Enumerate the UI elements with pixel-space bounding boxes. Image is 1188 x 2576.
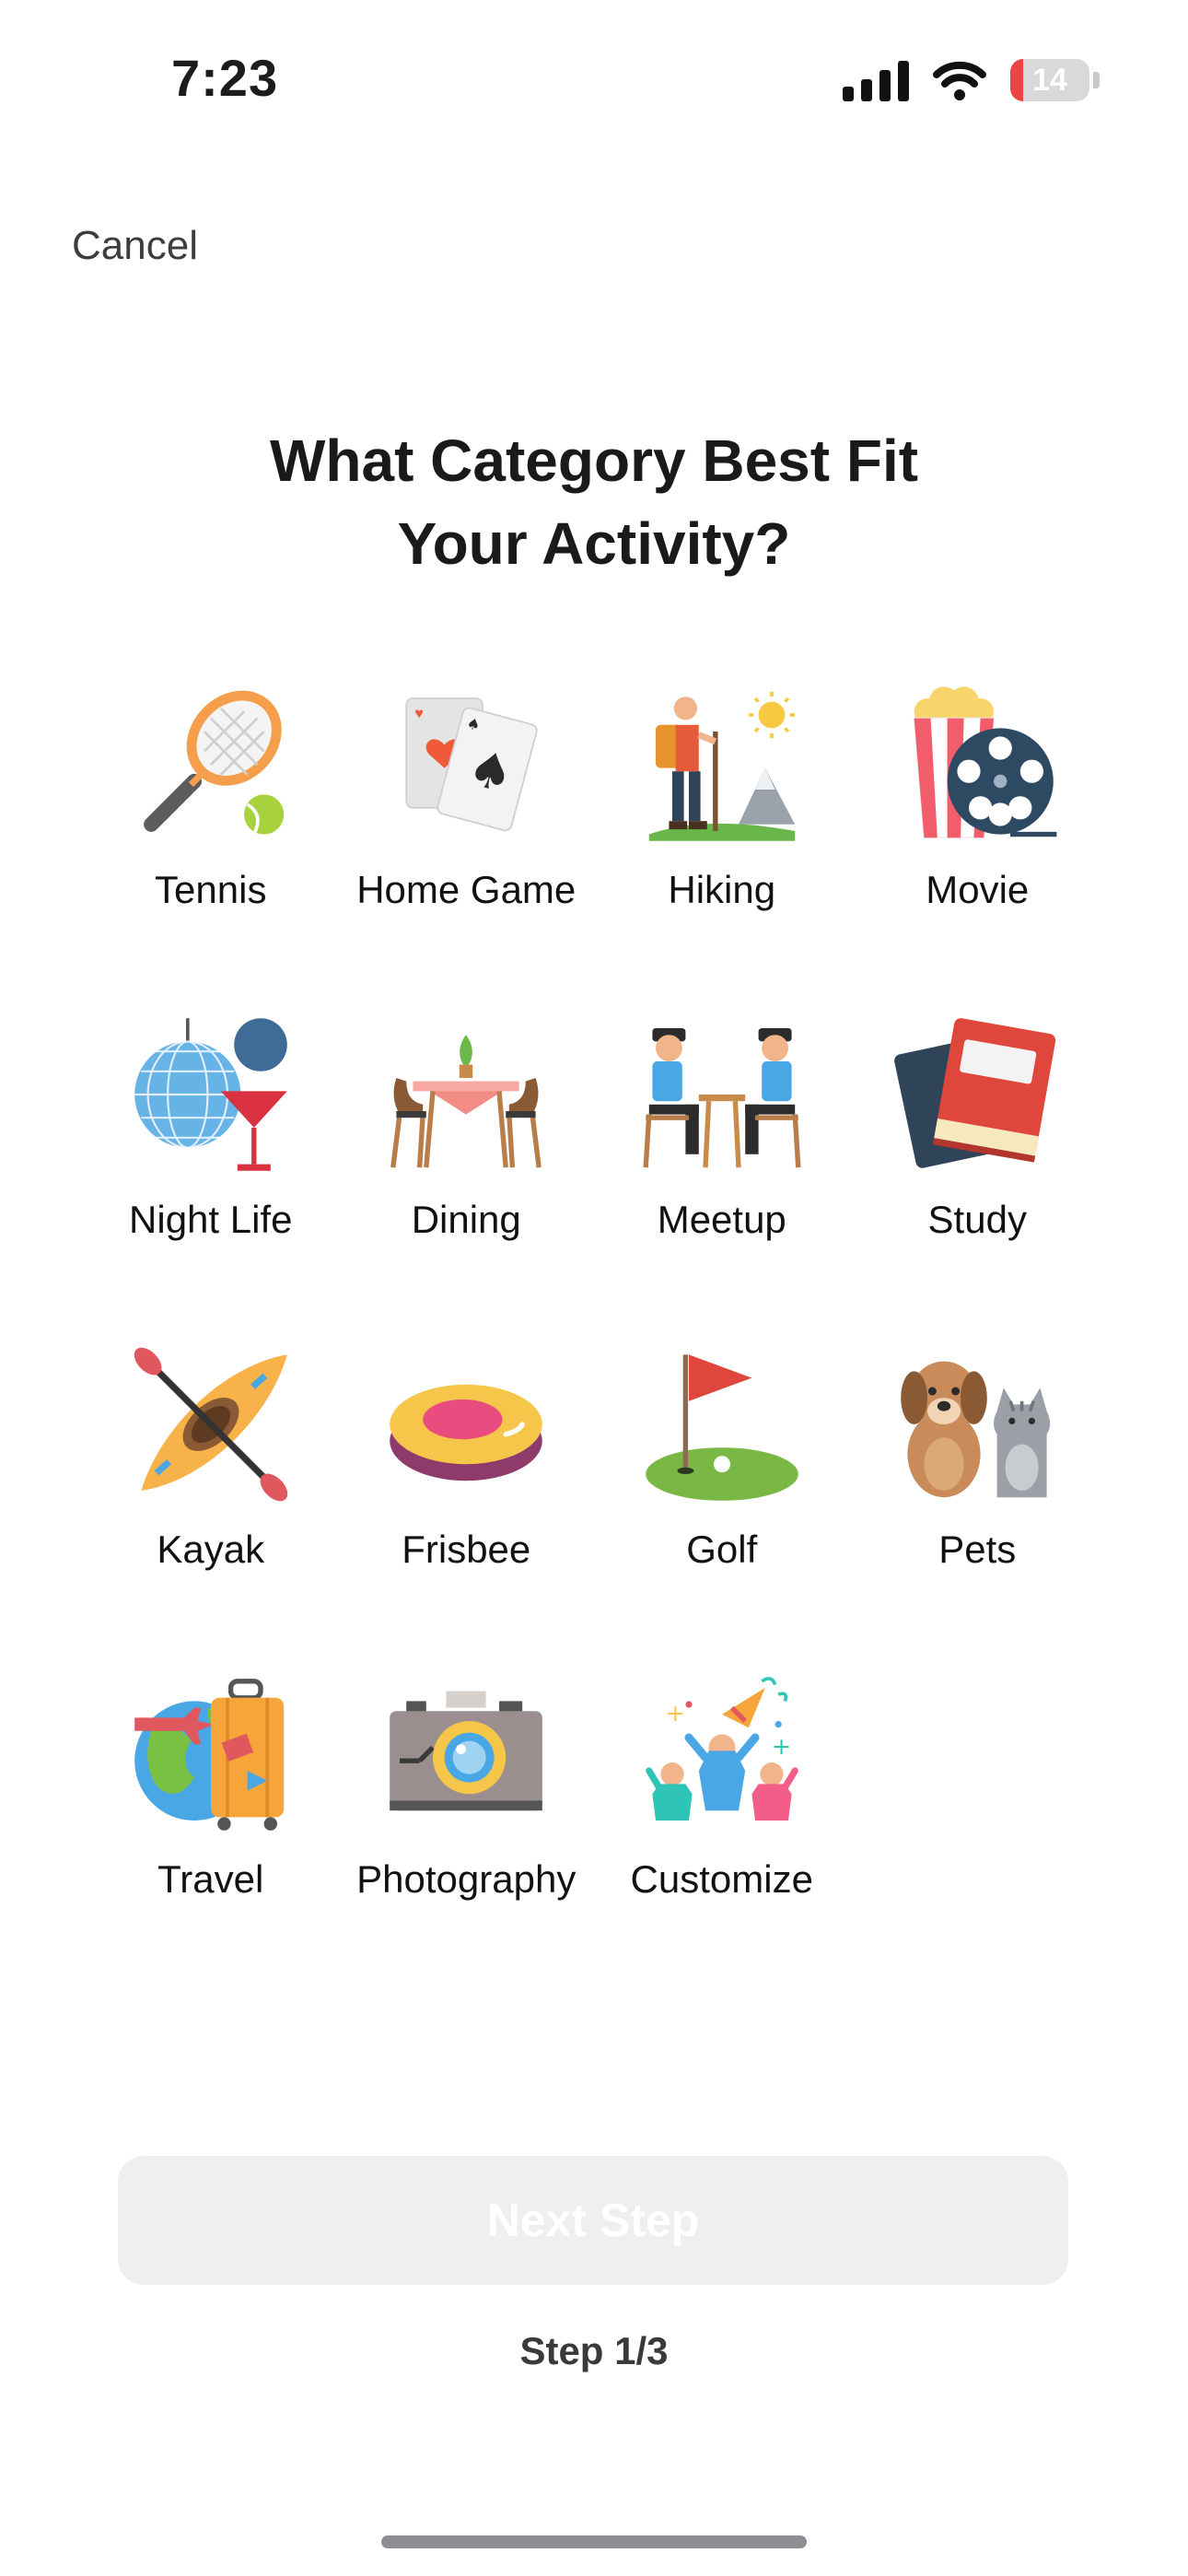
books-icon [894, 1018, 1056, 1168]
category-label: Customize [630, 1857, 813, 1901]
category-label: Travel [157, 1857, 264, 1901]
category-golf[interactable]: Golf [594, 1341, 850, 1671]
meetup-people-icon [643, 1028, 801, 1168]
status-bar: 7:23 14 [0, 0, 1188, 157]
step-indicator: Step 1/3 [519, 2329, 669, 2372]
category-label: Kayak [157, 1528, 265, 1571]
battery-icon: 14 [1010, 59, 1089, 101]
hiker-icon [648, 691, 795, 841]
disco-ball-cocktail-icon [134, 1018, 287, 1171]
category-hiking[interactable]: Hiking [594, 682, 850, 1012]
category-label: Movie [926, 868, 1030, 911]
playing-cards-icon: ♥ ♠ ♠ [405, 697, 538, 832]
cellular-signal-icon [843, 59, 909, 101]
film-reel-popcorn-icon [913, 686, 1057, 839]
category-label: Study [927, 1198, 1027, 1241]
category-study[interactable]: Study [850, 1012, 1106, 1341]
category-tennis[interactable]: Tennis [83, 682, 339, 1012]
category-label: Home Game [356, 868, 577, 911]
svg-text:+: + [772, 1733, 791, 1760]
category-customize[interactable]: + + Customize [594, 1671, 850, 2001]
wifi-icon [933, 61, 986, 100]
tennis-icon [143, 690, 284, 836]
globe-luggage-icon [134, 1679, 284, 1831]
category-travel[interactable]: Travel [83, 1671, 339, 2001]
page-title: What Category Best Fit Your Activity? [184, 419, 1004, 585]
category-grid: Tennis ♥ ♠ ♠ Home Game Hiking Movie Nigh… [83, 682, 1105, 2001]
category-kayak[interactable]: Kayak [83, 1341, 339, 1671]
camera-icon [390, 1691, 543, 1811]
category-label: Tennis [155, 868, 267, 911]
title-line-1: What Category Best Fit [269, 427, 919, 494]
category-label: Night Life [129, 1198, 293, 1241]
category-dining[interactable]: Dining [339, 1012, 595, 1341]
category-label: Frisbee [402, 1528, 531, 1571]
category-frisbee[interactable]: Frisbee [339, 1341, 595, 1671]
title-line-2: Your Activity? [397, 510, 791, 577]
category-pets[interactable]: Pets [850, 1341, 1106, 1671]
party-people-icon: + + [645, 1677, 798, 1821]
category-label: Pets [938, 1528, 1017, 1571]
category-movie[interactable]: Movie [850, 682, 1106, 1012]
category-photography[interactable]: Photography [339, 1671, 595, 2001]
golf-flag-icon [645, 1354, 798, 1501]
category-night-life[interactable]: Night Life [83, 1012, 339, 1341]
next-step-button[interactable]: Next Step [118, 2156, 1068, 2285]
category-label: Golf [686, 1528, 758, 1571]
category-label: Meetup [657, 1198, 786, 1241]
frisbee-icon [390, 1384, 543, 1481]
kayak-icon [134, 1347, 287, 1502]
status-time: 7:23 [171, 49, 279, 107]
category-label: Dining [411, 1198, 521, 1241]
dog-cat-icon [901, 1361, 1051, 1498]
cancel-button[interactable]: Cancel [72, 223, 198, 269]
svg-text:+: + [666, 1700, 685, 1727]
category-label: Photography [356, 1857, 577, 1901]
category-meetup[interactable]: Meetup [594, 1012, 850, 1341]
category-home-game[interactable]: ♥ ♠ ♠ Home Game [339, 682, 595, 1012]
status-icons: 14 [843, 57, 1100, 103]
dining-table-icon [390, 1035, 542, 1168]
svg-text:♥: ♥ [414, 706, 424, 722]
battery-level: 14 [1032, 62, 1067, 98]
category-label: Hiking [668, 868, 776, 911]
home-indicator [381, 2535, 807, 2548]
